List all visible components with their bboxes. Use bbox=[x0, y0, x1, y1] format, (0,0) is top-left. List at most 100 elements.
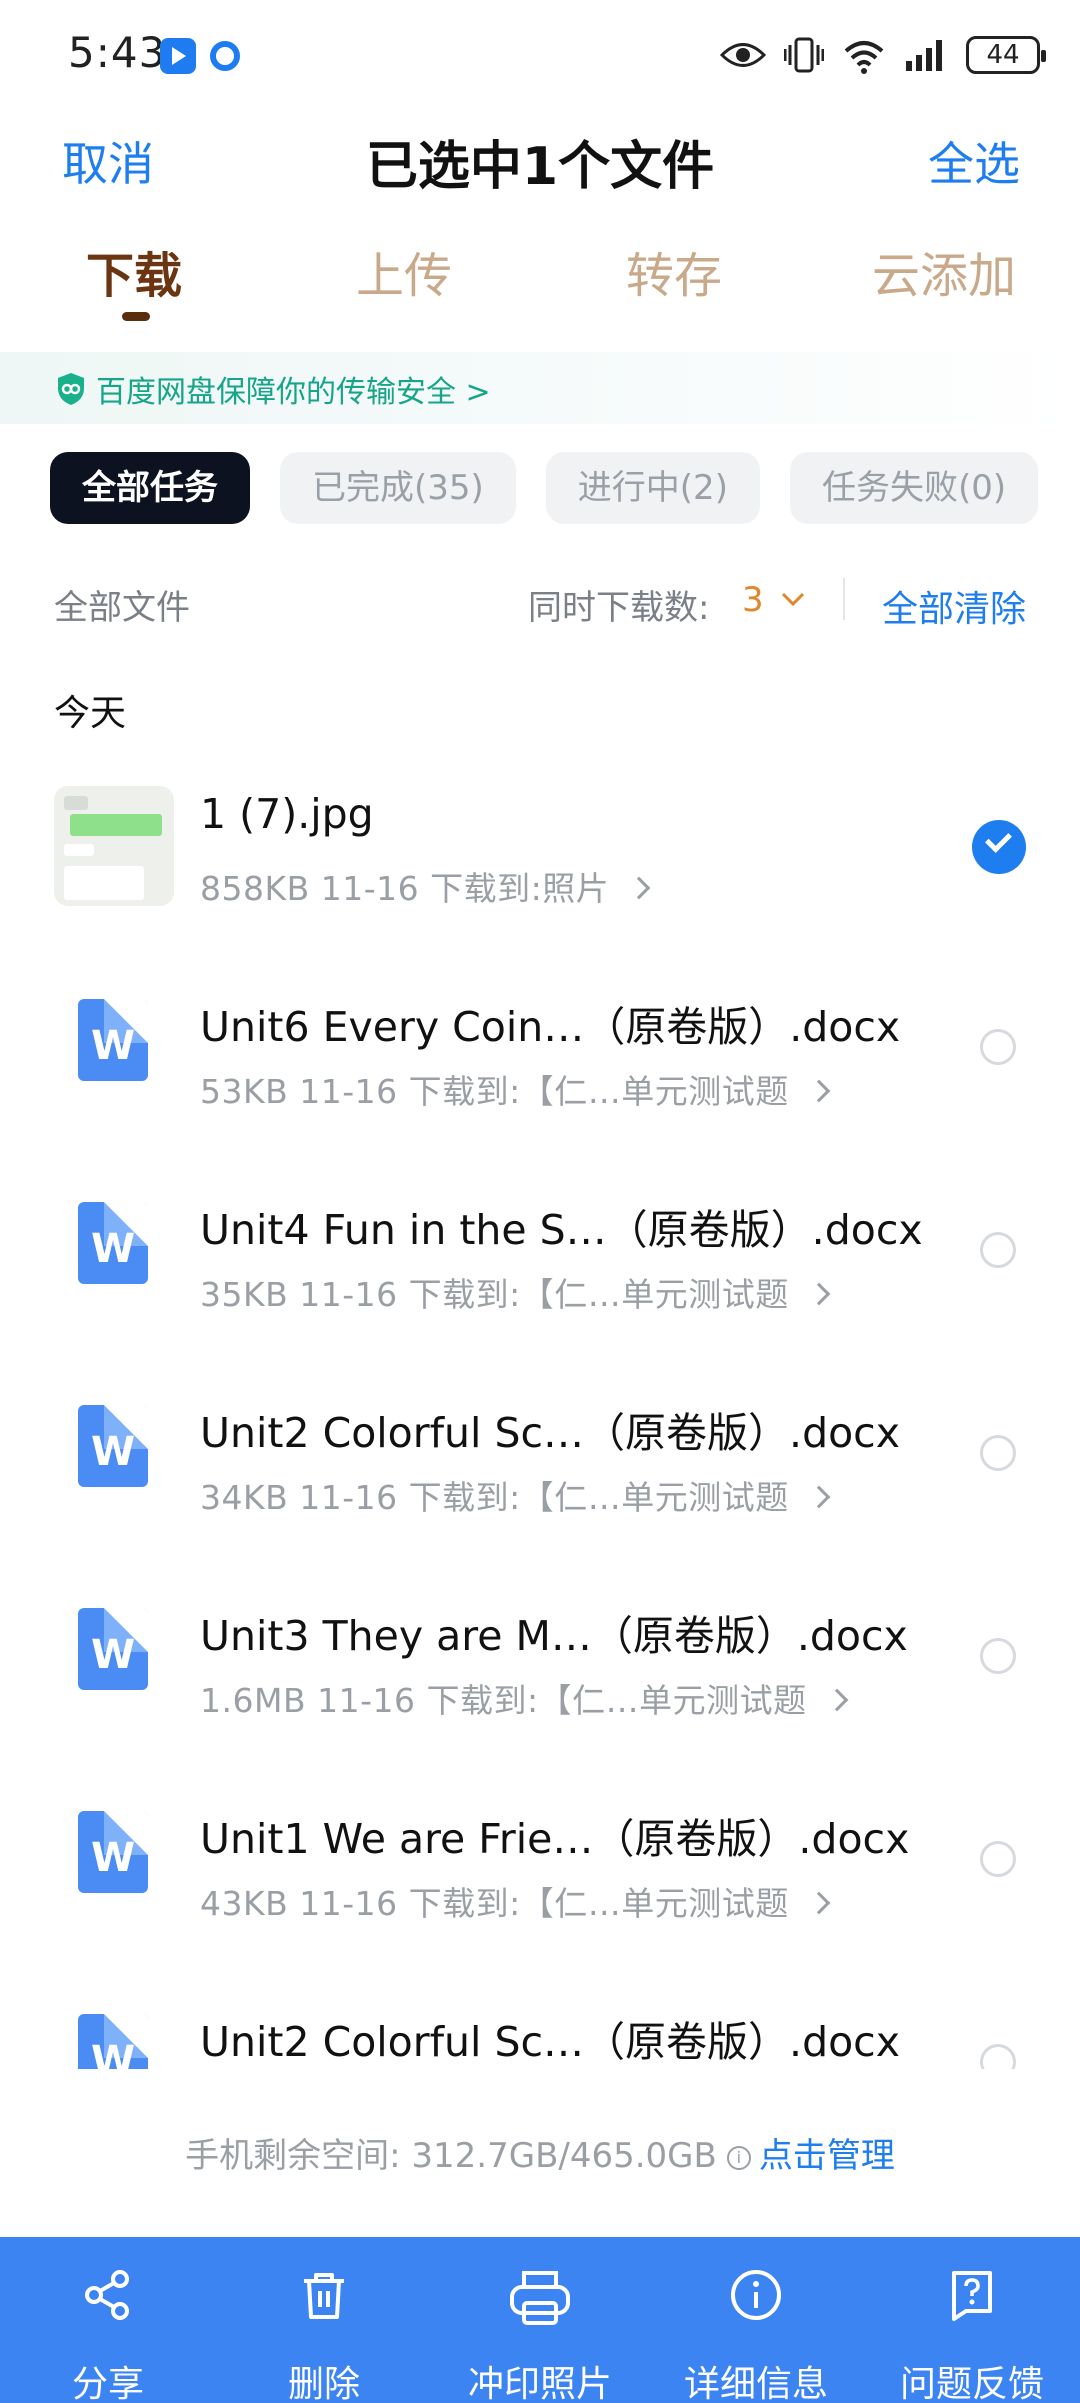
tab-indicator bbox=[122, 312, 150, 321]
storage-label: 手机剩余空间: 312.7GB/465.0GB bbox=[185, 2136, 717, 2176]
delete-label: 删除 bbox=[287, 2364, 360, 2403]
task-filters: 全部任务 已完成(35) 进行中(2) 任务失败(0) bbox=[50, 452, 1080, 524]
all-files-label: 全部文件 bbox=[54, 588, 190, 628]
file-meta[interactable]: 35KB 11-16 下载到:【仁…单元测试题 bbox=[200, 1268, 831, 1316]
file-meta[interactable]: 34KB 11-16 下载到:【仁…单元测试题 bbox=[200, 1471, 831, 1519]
filter-all-tasks[interactable]: 全部任务 bbox=[50, 452, 250, 524]
chevron-down-icon[interactable] bbox=[778, 584, 808, 614]
share-label: 分享 bbox=[71, 2364, 144, 2403]
print-photos-label: 冲印照片 bbox=[467, 2364, 612, 2403]
select-checkbox[interactable] bbox=[980, 1232, 1016, 1268]
select-checkbox[interactable] bbox=[980, 1029, 1016, 1065]
section-date-header: 今天 bbox=[54, 693, 127, 734]
action-bar: 分享 删除 冲印照片 详细信息 问题反馈 bbox=[0, 2237, 1080, 2403]
feedback-label: 问题反馈 bbox=[899, 2364, 1044, 2403]
list-item[interactable]: W Unit4 Fun in the S…（原卷版）.docx 35KB 11-… bbox=[0, 1150, 1080, 1353]
file-meta-text: 53KB 11-16 下载到:【仁…单元测试题 bbox=[200, 1072, 789, 1111]
list-toolbar: 全部文件 同时下载数: 3 全部清除 bbox=[0, 570, 1080, 630]
info-icon bbox=[731, 2270, 781, 2320]
vibrate-icon bbox=[784, 37, 824, 73]
details-button[interactable]: 详细信息 bbox=[648, 2237, 864, 2403]
clear-all-button[interactable]: 全部清除 bbox=[882, 580, 1026, 632]
file-meta-text: 35KB 11-16 下载到:【仁…单元测试题 bbox=[200, 1275, 789, 1314]
file-list: 1 (7).jpg 858KB 11-16 下载到:照片 W Unit6 Eve… bbox=[0, 744, 1080, 2069]
file-meta-text: 43KB 11-16 下载到:【仁…单元测试题 bbox=[200, 1884, 789, 1923]
filter-failed[interactable]: 任务失败(0) bbox=[789, 452, 1039, 524]
word-doc-icon: W bbox=[78, 999, 148, 1081]
status-time: 5:43 bbox=[68, 28, 167, 77]
chevron-right-icon bbox=[825, 1688, 848, 1712]
manage-storage-link[interactable]: 点击管理 bbox=[759, 2136, 895, 2176]
word-doc-icon: W bbox=[78, 1608, 148, 1690]
chevron-right-icon bbox=[807, 1079, 831, 1103]
file-meta[interactable]: 1.6MB 11-16 下载到:【仁…单元测试题 bbox=[200, 1674, 848, 1722]
file-name: Unit2 Colorful Sc…（原卷版）.docx bbox=[200, 2018, 900, 2066]
storage-info: 手机剩余空间: 312.7GB/465.0GB i 点击管理 bbox=[0, 2128, 1080, 2177]
eye-icon bbox=[720, 43, 766, 67]
security-banner[interactable]: 百度网盘保障你的传输安全 > bbox=[0, 352, 1080, 424]
select-all-button[interactable]: 全选 bbox=[928, 128, 1020, 194]
shield-icon bbox=[58, 373, 84, 405]
word-doc-icon: W bbox=[78, 1811, 148, 1893]
file-meta-text: 34KB 11-16 下载到:【仁…单元测试题 bbox=[200, 1478, 789, 1517]
feedback-icon bbox=[952, 2271, 992, 2321]
select-checkbox[interactable] bbox=[980, 1638, 1016, 1674]
file-name: Unit6 Every Coin…（原卷版）.docx bbox=[200, 1003, 901, 1051]
filter-completed[interactable]: 已完成(35) bbox=[280, 452, 516, 524]
info-icon[interactable]: i bbox=[726, 2146, 751, 2170]
status-bar: 5:43 44 bbox=[0, 0, 1080, 110]
tab-save[interactable]: 转存 bbox=[626, 236, 722, 306]
wifi-icon bbox=[844, 41, 884, 74]
delete-button[interactable]: 删除 bbox=[216, 2237, 432, 2403]
share-icon bbox=[85, 2270, 129, 2320]
banner-text: 百度网盘保障你的传输安全 > bbox=[96, 375, 491, 410]
concurrent-downloads-value[interactable]: 3 bbox=[742, 580, 764, 620]
select-checkbox[interactable] bbox=[972, 820, 1026, 874]
feedback-button[interactable]: 问题反馈 bbox=[864, 2237, 1080, 2403]
filter-in-progress[interactable]: 进行中(2) bbox=[545, 452, 760, 524]
battery-icon: 44 bbox=[966, 36, 1046, 74]
word-doc-icon: W bbox=[78, 2014, 148, 2069]
tab-download[interactable]: 下载 bbox=[86, 236, 182, 306]
app-notification-icon-2 bbox=[210, 41, 240, 71]
file-meta[interactable]: 43KB 11-16 下载到:【仁…单元测试题 bbox=[200, 1877, 831, 1925]
image-thumbnail bbox=[54, 786, 174, 906]
file-name: Unit3 They are M…（原卷版）.docx bbox=[200, 1612, 908, 1660]
list-item[interactable]: W Unit1 We are Frie…（原卷版）.docx 43KB 11-1… bbox=[0, 1759, 1080, 1962]
tab-upload[interactable]: 上传 bbox=[356, 236, 452, 306]
list-item[interactable]: W Unit2 Colorful Sc…（原卷版）.docx bbox=[0, 1962, 1080, 2069]
share-button[interactable]: 分享 bbox=[0, 2237, 216, 2403]
selection-header: 取消 已选中1个文件 全选 bbox=[0, 110, 1080, 210]
transfer-tabs: 下载 上传 转存 云添加 bbox=[0, 236, 1080, 326]
trash-icon bbox=[304, 2273, 344, 2319]
status-icons: 44 bbox=[720, 30, 1046, 80]
divider bbox=[843, 578, 845, 620]
file-meta-text: 1.6MB 11-16 下载到:【仁…单元测试题 bbox=[200, 1681, 807, 1720]
word-doc-icon: W bbox=[78, 1202, 148, 1284]
app-notification-icon bbox=[160, 38, 196, 74]
file-meta[interactable]: 858KB 11-16 下载到:照片 bbox=[200, 862, 651, 910]
page-title: 已选中1个文件 bbox=[365, 137, 715, 197]
file-meta[interactable]: 53KB 11-16 下载到:【仁…单元测试题 bbox=[200, 1065, 831, 1113]
signal-icon bbox=[906, 40, 942, 71]
list-item[interactable]: W Unit6 Every Coin…（原卷版）.docx 53KB 11-16… bbox=[0, 947, 1080, 1150]
chevron-right-icon bbox=[627, 876, 651, 900]
details-label: 详细信息 bbox=[683, 2364, 828, 2403]
select-checkbox[interactable] bbox=[980, 1841, 1016, 1877]
file-name: Unit2 Colorful Sc…（原卷版）.docx bbox=[200, 1409, 900, 1457]
chevron-right-icon bbox=[807, 1891, 831, 1915]
file-name: Unit1 We are Frie…（原卷版）.docx bbox=[200, 1815, 910, 1863]
list-item[interactable]: W Unit3 They are M…（原卷版）.docx 1.6MB 11-1… bbox=[0, 1556, 1080, 1759]
file-name: Unit4 Fun in the S…（原卷版）.docx bbox=[200, 1206, 923, 1254]
concurrent-downloads-label: 同时下载数: bbox=[528, 588, 710, 628]
list-item[interactable]: 1 (7).jpg 858KB 11-16 下载到:照片 bbox=[0, 744, 1080, 947]
file-meta-text: 858KB 11-16 下载到:照片 bbox=[200, 869, 610, 908]
select-checkbox[interactable] bbox=[980, 2044, 1016, 2069]
select-checkbox[interactable] bbox=[980, 1435, 1016, 1471]
print-icon bbox=[510, 2271, 570, 2325]
file-name: 1 (7).jpg bbox=[200, 790, 374, 838]
chevron-right-icon bbox=[807, 1485, 831, 1509]
print-photos-button[interactable]: 冲印照片 bbox=[432, 2237, 648, 2403]
list-item[interactable]: W Unit2 Colorful Sc…（原卷版）.docx 34KB 11-1… bbox=[0, 1353, 1080, 1556]
tab-cloud-add[interactable]: 云添加 bbox=[872, 236, 1016, 306]
